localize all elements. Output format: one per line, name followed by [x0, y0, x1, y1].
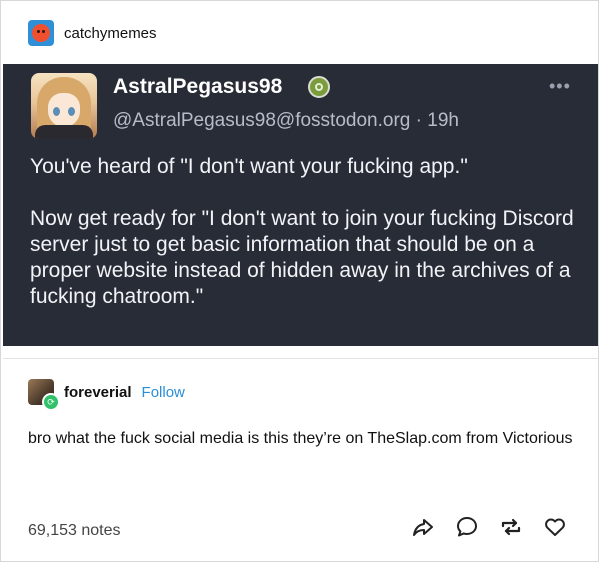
toot-display-name: AstralPegasus98 [113, 75, 283, 98]
post-card: catchymemes AstralPegasus98 @AstralPegas… [0, 0, 599, 562]
follow-button[interactable]: Follow [142, 384, 185, 401]
blog-avatar[interactable] [28, 20, 54, 46]
toot-paragraph: You've heard of "I don't want your fucki… [30, 155, 468, 178]
share-icon[interactable] [411, 515, 435, 539]
embedded-toot-screenshot: AstralPegasus98 @AstralPegasus98@fosstod… [3, 64, 598, 346]
toot-paragraph: Now get ready for "I don't want to join … [30, 207, 574, 308]
notes-count[interactable]: 69,153 notes [28, 522, 121, 540]
post-header: catchymemes [28, 19, 157, 47]
reply-icon[interactable] [455, 515, 479, 539]
like-icon[interactable] [543, 515, 567, 539]
reblog-header: ⟳ foreverial Follow [28, 378, 185, 411]
post-actions [411, 515, 567, 539]
toot-time: 19h [427, 110, 459, 131]
reblog-comment: bro what the fuck social media is this t… [28, 430, 573, 447]
blog-name[interactable]: catchymemes [64, 25, 157, 42]
account-badge-icon [308, 76, 330, 98]
reblogger-avatar[interactable]: ⟳ [28, 379, 60, 411]
more-horizontal-icon: ••• [549, 76, 571, 96]
reblog-badge-icon: ⟳ [42, 393, 60, 411]
toot-separator: · [415, 110, 422, 131]
toot-content: You've heard of "I don't want your fucki… [30, 154, 575, 336]
blog-avatar-face-icon [32, 24, 50, 42]
toot-handle: @AstralPegasus98@fosstodon.org [113, 110, 411, 131]
toot-handle-line: @AstralPegasus98@fosstodon.org · 19h [113, 110, 459, 132]
toot-avatar [31, 73, 97, 139]
reblog-divider [3, 358, 598, 359]
reblogger-username[interactable]: foreverial [64, 384, 132, 401]
reblog-icon[interactable] [499, 515, 523, 539]
